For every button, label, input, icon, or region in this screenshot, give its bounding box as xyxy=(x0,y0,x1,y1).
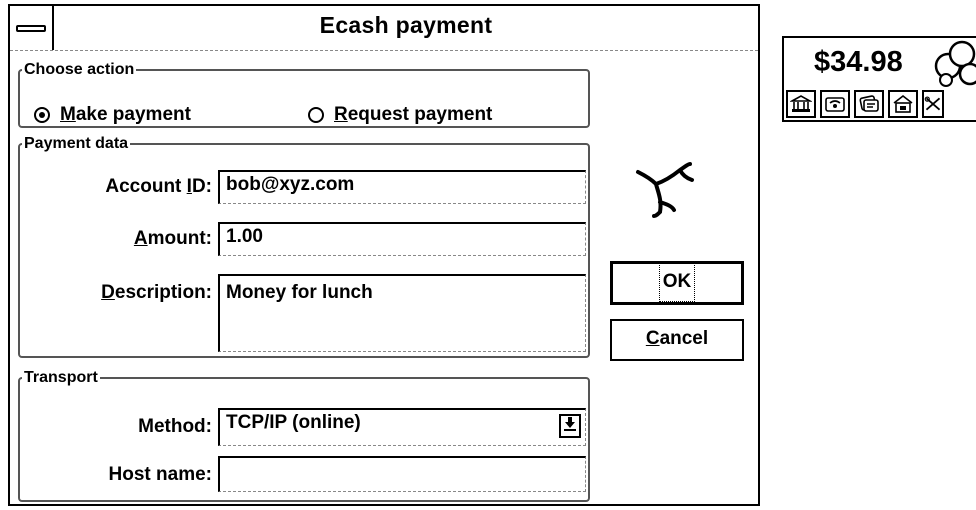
payment-icon[interactable] xyxy=(854,90,884,118)
amount-label: Amount: xyxy=(133,228,212,249)
ecash-payment-dialog: Ecash payment Choose action Make payment… xyxy=(8,4,760,506)
dialog-title: Ecash payment xyxy=(319,12,493,38)
make-payment-radio[interactable]: Make payment xyxy=(34,104,191,126)
choose-action-group: Choose action Make payment Request payme… xyxy=(18,62,590,128)
bank-icon[interactable] xyxy=(786,90,816,118)
description-label: Description: xyxy=(101,282,212,303)
system-menu-icon[interactable] xyxy=(10,6,54,50)
method-label: Method: xyxy=(138,416,212,437)
tools-icon[interactable] xyxy=(922,90,944,118)
wallet-toolbar xyxy=(786,90,944,118)
payment-data-group: Payment data Account ID: bob@xyz.com Amo… xyxy=(18,136,590,358)
description-field[interactable]: Money for lunch xyxy=(218,274,586,352)
dropdown-arrow-icon[interactable] xyxy=(559,414,581,438)
ok-button[interactable]: OK xyxy=(610,261,744,305)
method-dropdown[interactable]: TCP/IP (online) xyxy=(218,408,586,446)
wallet-balance: $34.98 xyxy=(814,46,903,78)
request-payment-radio[interactable]: Request payment xyxy=(308,104,492,126)
ecash-wallet-widget: $34.98 xyxy=(782,36,976,122)
shop-icon[interactable] xyxy=(888,90,918,118)
amount-field[interactable]: 1.00 xyxy=(218,222,586,256)
busy-cursor-icon xyxy=(632,162,696,223)
choose-action-legend: Choose action xyxy=(24,61,135,78)
coins-icon xyxy=(932,40,976,95)
transport-group: Transport Method: TCP/IP (online) Host n… xyxy=(18,370,590,502)
account-id-field[interactable]: bob@xyz.com xyxy=(218,170,586,204)
account-id-label: Account ID: xyxy=(105,176,212,197)
host-name-label: Host name: xyxy=(108,464,212,485)
wallet-icon[interactable] xyxy=(820,90,850,118)
title-bar: Ecash payment xyxy=(10,6,758,51)
radio-unselected-icon xyxy=(308,107,324,123)
host-name-field[interactable] xyxy=(218,456,586,492)
payment-data-legend: Payment data xyxy=(24,135,129,152)
cancel-button[interactable]: Cancel xyxy=(610,319,744,361)
radio-selected-icon xyxy=(34,107,50,123)
transport-legend: Transport xyxy=(24,369,98,386)
